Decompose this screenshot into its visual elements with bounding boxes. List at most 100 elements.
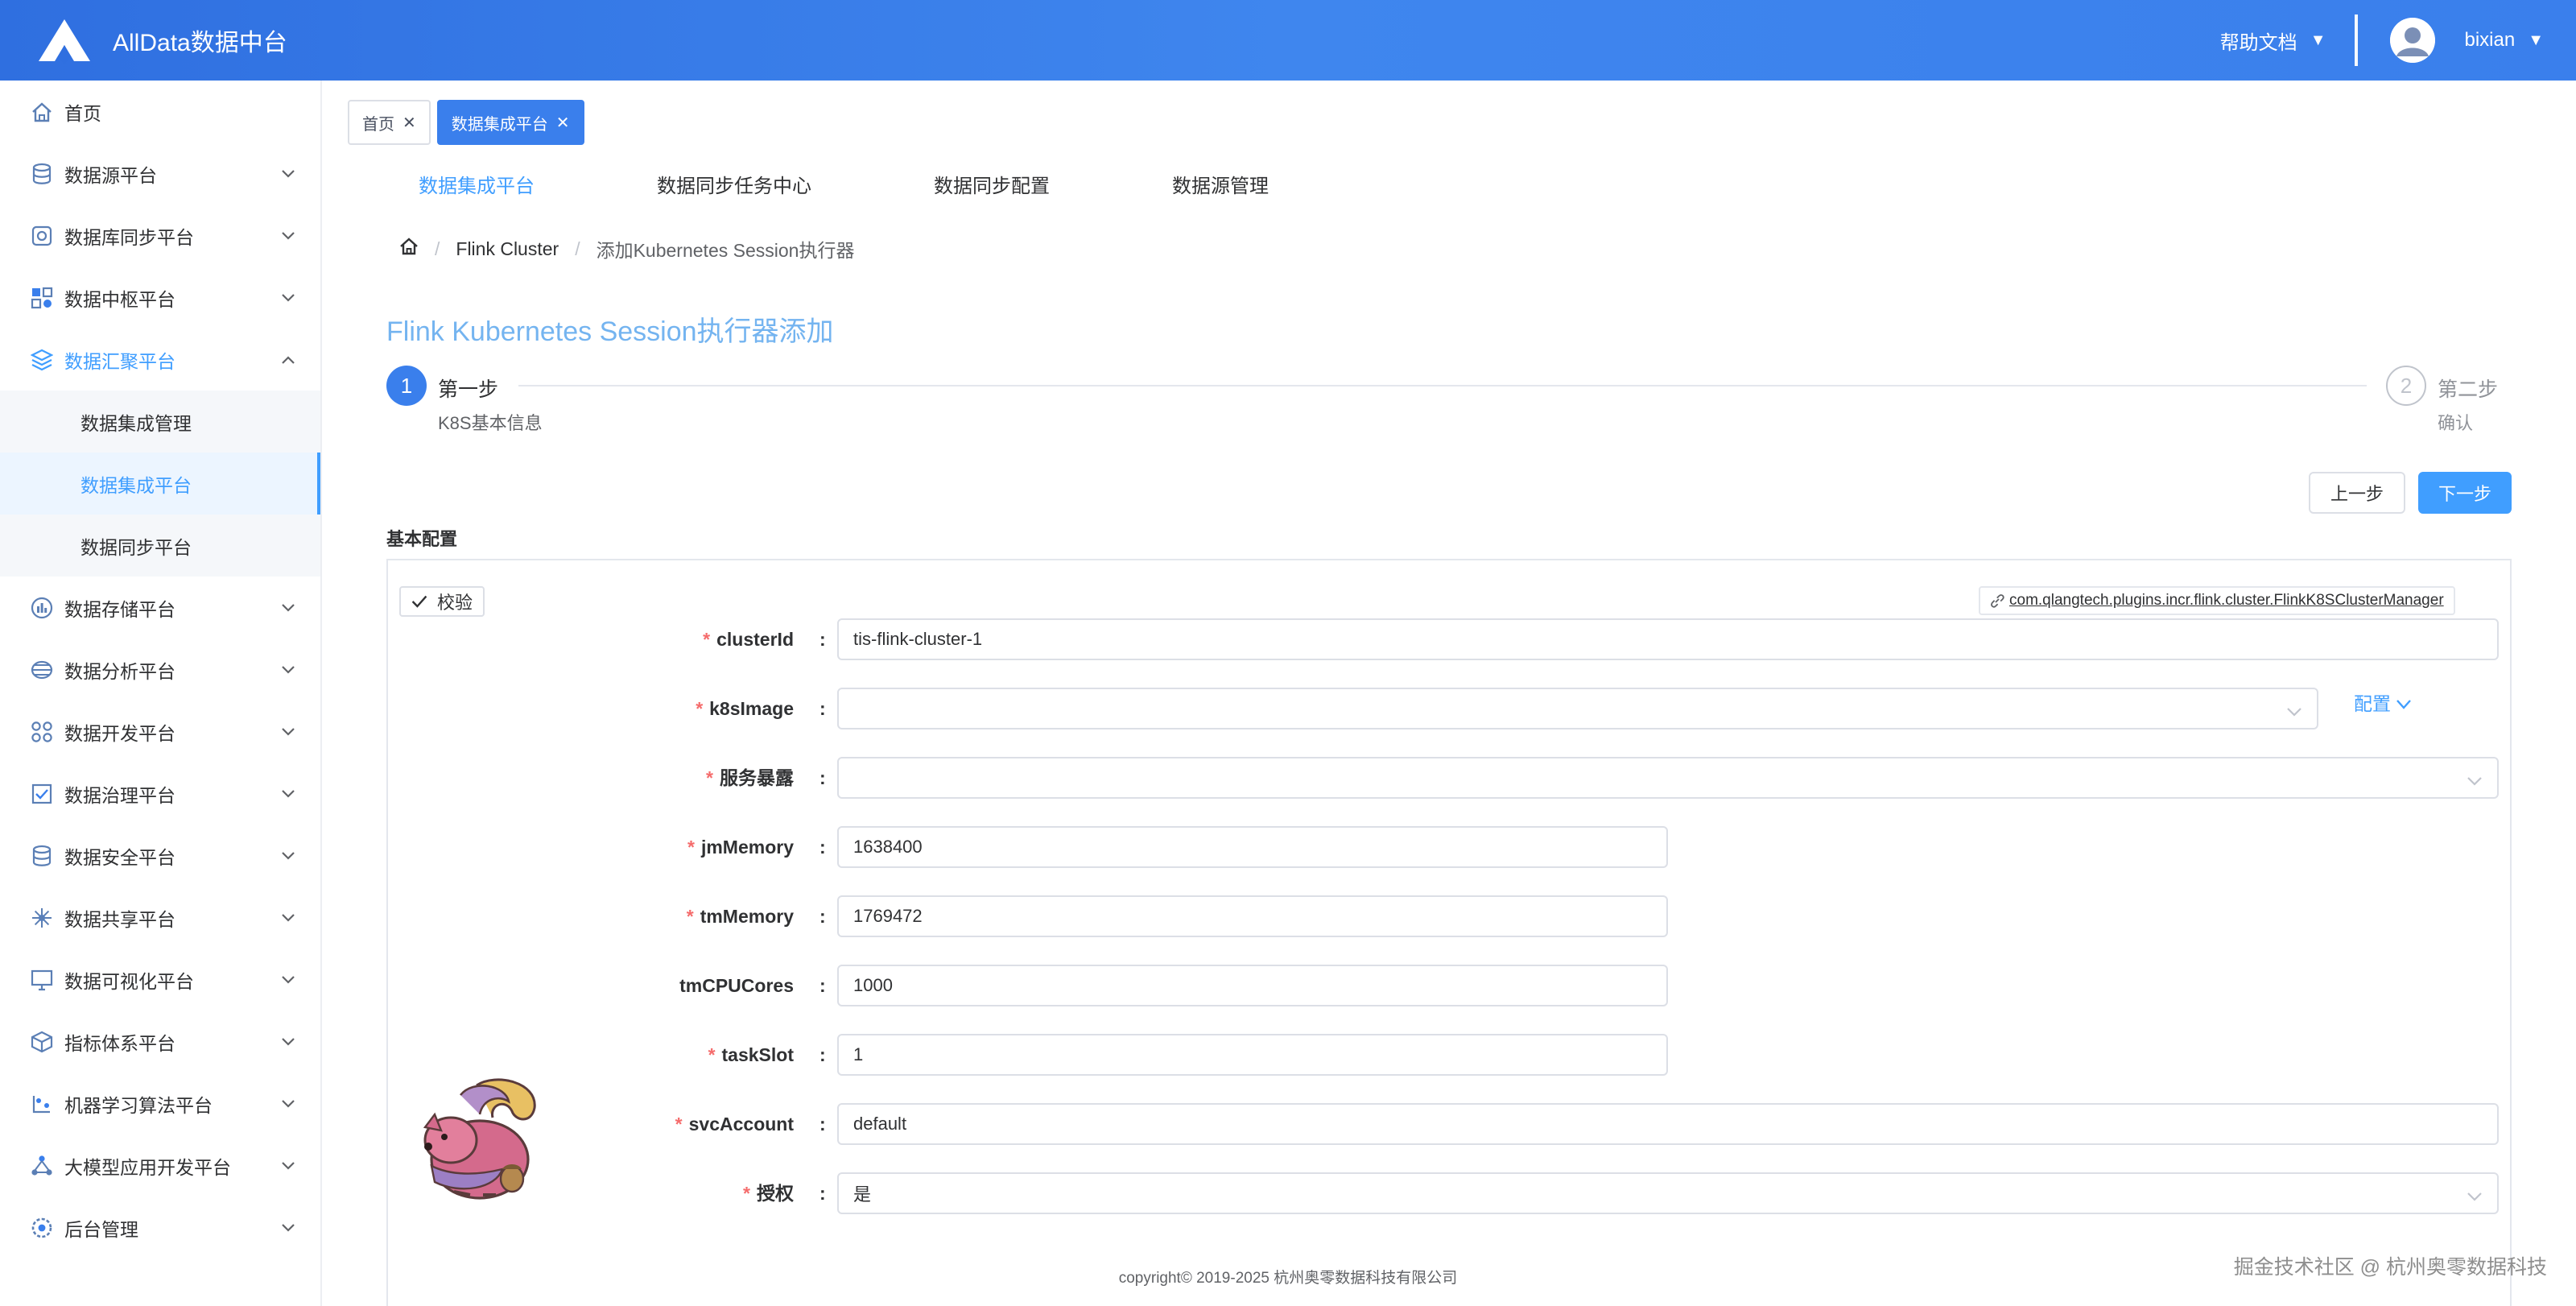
tab-home[interactable]: 首页 ✕ [348,100,431,145]
sidebar-subitem-sync-platform[interactable]: 数据同步平台 [0,515,320,577]
sidebar-item-label: 数据存储平台 [64,598,175,620]
required-mark: * [686,906,694,927]
sidebar-item-data-aggregation[interactable]: 数据汇聚平台 [0,329,320,391]
sidebar-subitem-label: 数据集成管理 [80,412,192,434]
colon: : [819,906,826,927]
validate-label: 校验 [436,593,473,613]
colon: : [819,837,826,858]
required-mark: * [675,1114,683,1134]
sidebar-item-home[interactable]: 首页 [0,81,320,143]
sidebar-subitem-integration-platform[interactable]: 数据集成平台 [0,453,320,515]
svc-account-label: * svcAccount [675,1103,794,1145]
home-icon[interactable] [399,237,419,261]
chevron-down-icon [282,599,295,616]
task-slot-input[interactable]: 1 [837,1034,1668,1076]
field-label: clusterId [716,629,794,650]
chevron-down-icon [282,1219,295,1236]
form-row-authorization: * 授权 : 是 [0,1172,2576,1214]
k8s-image-select[interactable] [837,688,2318,729]
config-dropdown-link[interactable]: 配置 [2354,688,2412,720]
field-value: 1638400 [853,837,923,857]
breadcrumb-separator: / [575,238,580,259]
required-mark: * [703,629,711,650]
chevron-down-icon [282,289,295,306]
required-mark: * [708,1044,716,1065]
user-avatar-icon [2390,18,2436,63]
sidebar-subitem-label: 数据同步平台 [80,536,192,558]
tm-memory-input[interactable]: 1769472 [837,895,1668,937]
colon: : [819,629,826,650]
form-row-jm-memory: * jmMemory : 1638400 [0,826,2576,868]
field-label: jmMemory [700,837,794,858]
breadcrumb-flink-cluster[interactable]: Flink Cluster [456,238,559,260]
colon: : [819,767,826,788]
tab-label: 数据集成平台 [451,115,548,134]
prev-step-button[interactable]: 上一步 [2309,472,2405,514]
chevron-down-icon [282,661,295,678]
field-label: k8sImage [709,698,794,719]
sidebar-subitem-integration-manage[interactable]: 数据集成管理 [0,391,320,453]
form-row-cluster-id: * clusterId : tis-flink-cluster-1 [0,618,2576,660]
logo[interactable]: AllData数据中台 [35,16,287,64]
tm-cpu-cores-label: tmCPUCores [679,965,794,1006]
chevron-down-icon [282,165,295,182]
svc-account-input[interactable]: default [837,1103,2499,1145]
hub-icon [31,287,53,309]
authorization-select[interactable]: 是 [837,1172,2499,1214]
close-icon[interactable]: ✕ [556,113,570,133]
nav-datasource-manage[interactable]: 数据源管理 [1172,167,1269,206]
cluster-id-input[interactable]: tis-flink-cluster-1 [837,618,2499,660]
settings-icon [31,1217,53,1239]
field-value: default [853,1114,907,1134]
plugin-class-link[interactable]: com.qlangtech.plugins.incr.flink.cluster… [1979,586,2455,615]
task-slot-label: * taskSlot [708,1034,794,1076]
next-step-button[interactable]: 下一步 [2418,472,2512,514]
sidebar-item-db-sync[interactable]: 数据库同步平台 [0,205,320,267]
field-value: tis-flink-cluster-1 [853,629,983,649]
layers-icon [31,349,53,371]
chevron-up-icon [282,351,295,368]
tm-memory-label: * tmMemory [687,895,794,937]
storage-icon [31,597,53,619]
field-value: 是 [853,1184,872,1205]
validate-button[interactable]: 校验 [399,586,485,617]
colon: : [819,698,826,719]
jm-memory-label: * jmMemory [687,826,794,868]
required-mark: * [706,767,713,788]
cluster-id-label: * clusterId [703,618,794,660]
field-label: 授权 [757,1183,794,1204]
required-mark: * [687,837,695,858]
colon: : [819,1114,826,1134]
step-2-description: 确认 [2438,413,2474,433]
close-icon[interactable]: ✕ [402,113,416,133]
nav-data-integration[interactable]: 数据集成平台 [419,167,535,206]
top-navigation: 数据集成平台 数据同步任务中心 数据同步配置 数据源管理 [386,167,1391,206]
jm-memory-input[interactable]: 1638400 [837,826,1668,868]
service-expose-select[interactable] [837,757,2499,799]
field-value: 1769472 [853,906,923,926]
sidebar-item-data-hub[interactable]: 数据中枢平台 [0,267,320,329]
open-tabs-bar: 首页 ✕ 数据集成平台 ✕ [348,100,584,145]
nav-sync-config[interactable]: 数据同步配置 [934,167,1050,206]
field-label: taskSlot [721,1044,794,1065]
field-label: 服务暴露 [720,767,794,788]
sidebar-item-label: 数据汇聚平台 [64,350,175,372]
user-avatar[interactable] [2390,18,2436,63]
field-label: tmCPUCores [679,975,794,996]
nav-sync-task-center[interactable]: 数据同步任务中心 [657,167,811,206]
required-mark: * [743,1183,750,1204]
page-title: Flink Kubernetes Session执行器添加 [386,316,834,347]
tm-cpu-cores-input[interactable]: 1000 [837,965,1668,1006]
logo-icon [39,19,90,64]
app-title: AllData数据中台 [113,30,287,56]
form-row-service-expose: * 服务暴露 : [0,757,2576,799]
tab-data-integration[interactable]: 数据集成平台 ✕ [436,100,584,145]
sidebar-item-datasource[interactable]: 数据源平台 [0,143,320,205]
help-docs-menu[interactable]: 帮助文档 ▼ [2220,27,2326,55]
field-value: 1000 [853,975,893,995]
step-1-indicator: 1 [386,366,427,406]
header-divider [2355,14,2359,66]
step-2-title: 第二步 [2438,378,2499,401]
tab-label: 首页 [362,115,394,134]
user-menu[interactable]: bixian ▼ [2464,29,2544,52]
